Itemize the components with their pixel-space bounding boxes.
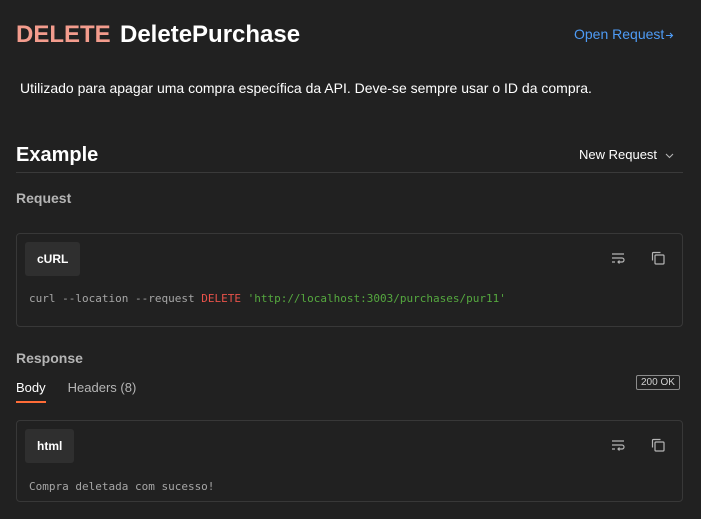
- example-dropdown[interactable]: New Request: [579, 146, 674, 164]
- documentation-page: DELETE DeletePurchase Open Request Utili…: [0, 0, 701, 519]
- open-request-link[interactable]: Open Request: [574, 25, 674, 44]
- copy-icon[interactable]: [649, 436, 667, 454]
- request-method: DELETE: [16, 21, 111, 48]
- response-tabs: Body Headers (8): [16, 379, 158, 405]
- request-code-card: cURL curl --location --request DELETE 'h…: [16, 233, 683, 327]
- response-language-chip[interactable]: html: [25, 429, 75, 463]
- code-command: curl --location --request: [29, 292, 195, 305]
- request-description: Utilizado para apagar uma compra específ…: [20, 80, 592, 96]
- request-code: curl --location --request DELETE 'http:/…: [29, 292, 506, 306]
- response-heading: Response: [16, 350, 83, 366]
- wrap-lines-icon[interactable]: [609, 249, 627, 267]
- response-body: Compra deletada com sucesso!: [29, 480, 215, 493]
- chevron-down-icon: [665, 146, 674, 164]
- tab-body[interactable]: Body: [16, 379, 46, 403]
- status-badge: 200 OK: [636, 375, 680, 390]
- request-title: DeletePurchase: [120, 21, 301, 48]
- response-code-card: html Compra deletada com sucesso!: [16, 420, 683, 502]
- wrap-lines-icon[interactable]: [609, 436, 627, 454]
- request-language-chip[interactable]: cURL: [25, 242, 81, 276]
- request-heading: Request: [16, 190, 72, 206]
- copy-icon[interactable]: [649, 249, 667, 267]
- arrow-right-icon: [665, 26, 674, 44]
- section-divider: [16, 172, 683, 173]
- example-dropdown-label: New Request: [579, 147, 658, 162]
- code-method: DELETE: [201, 292, 241, 305]
- example-title: Example: [16, 144, 99, 166]
- tab-headers[interactable]: Headers (8): [68, 379, 137, 403]
- code-url: 'http://localhost:3003/purchases/pur11': [247, 292, 506, 305]
- open-request-label: Open Request: [574, 26, 665, 42]
